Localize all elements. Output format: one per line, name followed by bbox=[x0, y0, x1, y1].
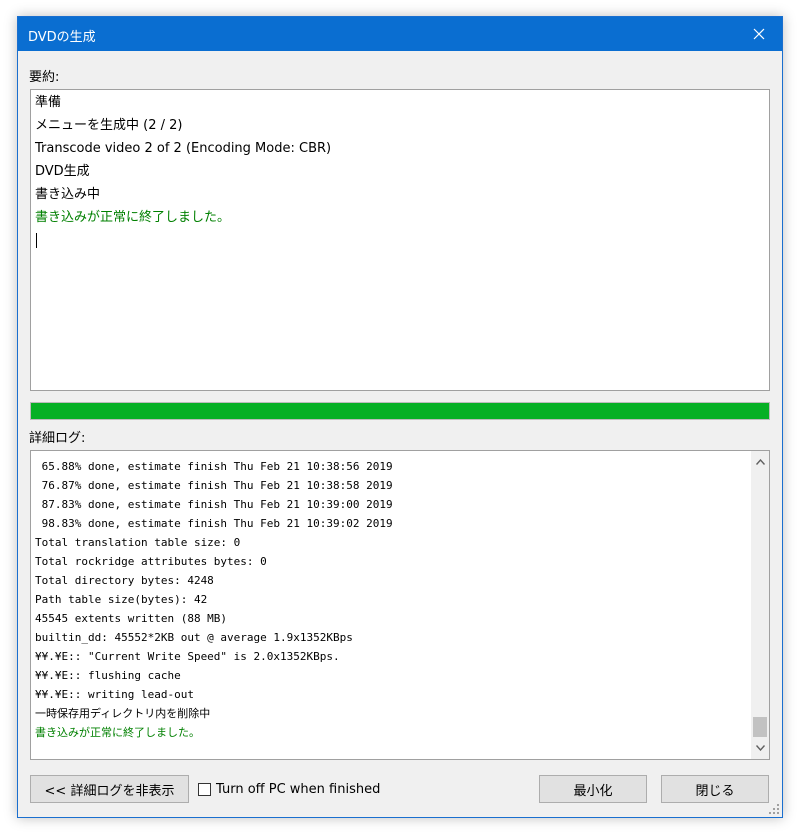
summary-textbox[interactable]: 準備 メニューを生成中 (2 / 2) Transcode video 2 of… bbox=[30, 89, 770, 391]
checkbox-box[interactable] bbox=[198, 782, 211, 796]
close-window-button[interactable] bbox=[736, 17, 782, 51]
close-button[interactable]: 閉じる bbox=[661, 775, 769, 803]
chevron-up-icon bbox=[755, 459, 765, 465]
chevron-down-icon bbox=[755, 745, 765, 751]
dvd-create-dialog: DVDの生成 要約: 準備 メニューを生成中 (2 / 2) Transcode… bbox=[17, 16, 783, 818]
summary-line: DVD生成 bbox=[35, 164, 90, 179]
summary-line: 準備 bbox=[35, 95, 62, 110]
log-line: 98.83% done, estimate finish Thu Feb 21 … bbox=[35, 517, 393, 530]
log-line: Total translation table size: 0 bbox=[35, 536, 241, 549]
log-line: builtin_dd: 45552*2KB out @ average 1.9x… bbox=[35, 631, 353, 644]
text-caret bbox=[36, 233, 37, 248]
scrollbar-thumb[interactable] bbox=[753, 717, 767, 737]
log-line: 45545 extents written (88 MB) bbox=[35, 612, 228, 625]
log-line: Total directory bytes: 4248 bbox=[35, 574, 214, 587]
progress-bar bbox=[30, 402, 770, 420]
log-line: Path table size(bytes): 42 bbox=[35, 593, 208, 606]
checkbox-label: Turn off PC when finished bbox=[216, 781, 381, 797]
detail-log-textbox[interactable]: 65.88% done, estimate finish Thu Feb 21 … bbox=[30, 450, 770, 760]
log-line: ¥¥.¥E:: "Current Write Speed" is 2.0x135… bbox=[35, 650, 340, 663]
log-line: 65.88% done, estimate finish Thu Feb 21 … bbox=[35, 460, 393, 473]
turn-off-pc-checkbox[interactable]: Turn off PC when finished bbox=[198, 776, 380, 802]
log-line: ¥¥.¥E:: flushing cache bbox=[35, 669, 181, 682]
log-line: 87.83% done, estimate finish Thu Feb 21 … bbox=[35, 498, 393, 511]
close-icon bbox=[753, 28, 765, 40]
summary-line: Transcode video 2 of 2 (Encoding Mode: C… bbox=[35, 141, 332, 156]
summary-label: 要約: bbox=[29, 70, 60, 85]
log-line: 76.87% done, estimate finish Thu Feb 21 … bbox=[35, 479, 393, 492]
log-line: 一時保存用ディレクトリ内を削除中 bbox=[35, 707, 211, 720]
progress-fill bbox=[31, 403, 769, 419]
summary-line-success: 書き込みが正常に終了しました。 bbox=[35, 210, 231, 225]
log-scrollbar[interactable] bbox=[751, 451, 769, 759]
resize-grip-icon[interactable] bbox=[768, 803, 780, 815]
summary-line: 書き込み中 bbox=[35, 187, 101, 202]
scroll-down-button[interactable] bbox=[751, 739, 769, 757]
log-label: 詳細ログ: bbox=[29, 431, 86, 446]
log-line: Total rockridge attributes bytes: 0 bbox=[35, 555, 267, 568]
window-title: DVDの生成 bbox=[28, 30, 96, 45]
log-line-success: 書き込みが正常に終了しました。 bbox=[35, 726, 200, 739]
hide-log-button[interactable]: << 詳細ログを非表示 bbox=[30, 775, 189, 803]
log-content: 65.88% done, estimate finish Thu Feb 21 … bbox=[35, 457, 747, 755]
summary-line: メニューを生成中 (2 / 2) bbox=[35, 118, 183, 133]
title-bar[interactable]: DVDの生成 bbox=[18, 17, 782, 51]
scroll-up-button[interactable] bbox=[751, 453, 769, 471]
minimize-button[interactable]: 最小化 bbox=[539, 775, 647, 803]
log-line: ¥¥.¥E:: writing lead-out bbox=[35, 688, 194, 701]
